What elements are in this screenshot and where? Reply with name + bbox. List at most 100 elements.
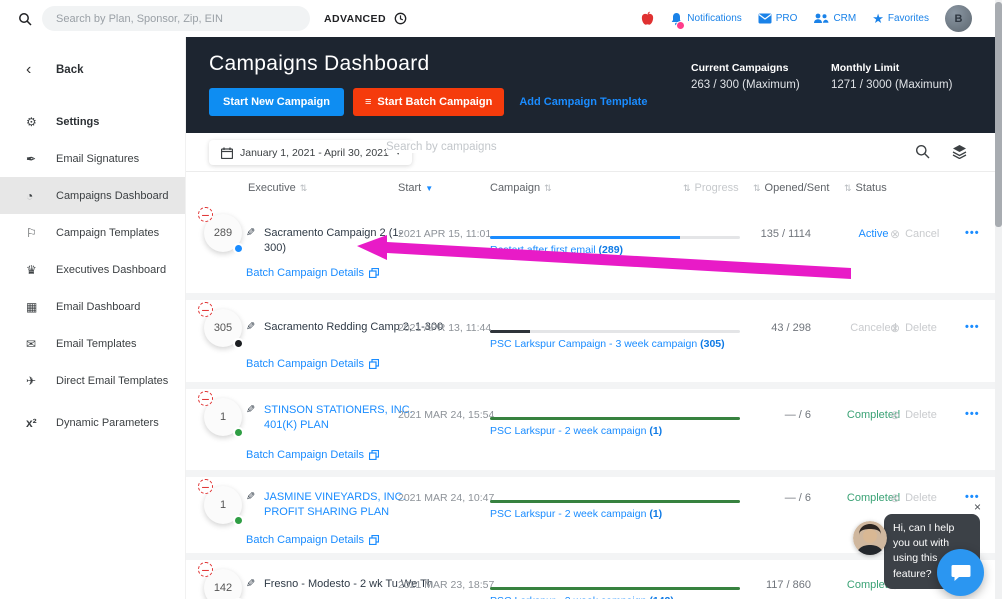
gear-icon: ⚙ — [26, 115, 56, 129]
campaign-link[interactable]: PSC Larkspur - 2 week campaign (1) — [490, 508, 662, 520]
batch-campaign-details-link[interactable]: Batch Campaign Details — [246, 358, 379, 370]
batch-campaign-details-link[interactable]: Batch Campaign Details — [246, 534, 379, 546]
campaign-link[interactable]: PSC Larkspur - 2 week campaign (1) — [490, 425, 662, 437]
remove-circle-icon[interactable]: − — [198, 302, 213, 317]
edit-icon[interactable]: ✎ — [246, 403, 255, 416]
crm-button[interactable]: CRM — [813, 13, 856, 24]
opened-sent-value: — / 6 — [716, 492, 811, 504]
edit-icon[interactable]: ✎ — [246, 577, 255, 590]
sidebar-item-executives-dashboard[interactable]: ♛ Executives Dashboard — [0, 251, 185, 288]
cancel-button[interactable]: ⊗Cancel — [890, 227, 966, 241]
edit-icon[interactable]: ✎ — [246, 226, 255, 239]
start-batch-campaign-button[interactable]: ≡ Start Batch Campaign — [353, 88, 504, 116]
progress-bar — [490, 500, 740, 503]
chat-bubble-icon — [951, 564, 971, 582]
sidebar: ‹ Back ⚙ Settings ✒ Email Signatures ◔ C… — [0, 37, 186, 599]
campaign-search-input[interactable] — [386, 141, 686, 153]
sidebar-item-settings[interactable]: ⚙ Settings — [0, 103, 185, 140]
advanced-search-button[interactable]: ADVANCED — [324, 13, 386, 25]
search-icon — [18, 12, 32, 26]
start-date: 2021 APR 15, 11:01 — [398, 228, 491, 240]
start-new-campaign-button[interactable]: Start New Campaign — [209, 88, 344, 116]
delete-button[interactable]: ⊗Delete — [890, 321, 966, 335]
main-content: Campaigns Dashboard Start New Campaign ≡… — [186, 37, 995, 599]
column-executive[interactable]: Executive⇅ — [248, 182, 307, 194]
sidebar-item-campaigns-dashboard[interactable]: ◔ Campaigns Dashboard — [0, 177, 185, 214]
global-search-input[interactable] — [42, 6, 310, 31]
x-squared-icon: x² — [26, 416, 56, 430]
user-avatar[interactable]: B — [945, 5, 972, 32]
sidebar-item-dynamic-parameters[interactable]: x² Dynamic Parameters — [0, 404, 185, 441]
scrollbar-thumb[interactable] — [995, 2, 1002, 227]
external-window-icon — [369, 359, 379, 369]
batch-campaign-details-link[interactable]: Batch Campaign Details — [246, 449, 379, 461]
progress-bar — [490, 330, 740, 333]
sidebar-item-email-signatures[interactable]: ✒ Email Signatures — [0, 140, 185, 177]
executive-badge[interactable]: 142 − — [204, 569, 242, 599]
executive-badge[interactable]: 1 − — [204, 398, 242, 436]
external-window-icon — [369, 268, 379, 278]
column-campaign[interactable]: Campaign⇅ — [490, 182, 552, 194]
campaign-link[interactable]: Restart after first email (289) — [490, 244, 623, 256]
sort-icon[interactable]: ⇅ — [844, 183, 852, 194]
close-icon[interactable]: × — [974, 500, 981, 514]
table-row: 1 − ✎ STINSON STATIONERS, INC. 401(K) PL… — [186, 389, 995, 470]
table-icon: ▦ — [26, 300, 56, 314]
date-range-picker[interactable]: January 1, 2021 - April 30, 2021 ▾ — [209, 140, 412, 165]
calendar-icon — [221, 147, 233, 159]
opened-sent-value: 43 / 298 — [716, 322, 811, 334]
add-campaign-template-link[interactable]: Add Campaign Template — [519, 96, 647, 108]
sort-desc-icon[interactable]: ▼ — [425, 184, 433, 193]
table-row: 305 − ✎ Sacramento Redding Camp 2, 1-300… — [186, 300, 995, 382]
remove-circle-icon[interactable]: − — [198, 391, 213, 406]
edit-icon[interactable]: ✎ — [246, 320, 255, 333]
sort-icon[interactable]: ⇅ — [300, 183, 308, 194]
sidebar-item-direct-email-templates[interactable]: ✈ Direct Email Templates — [0, 362, 185, 399]
delete-button[interactable]: ⊗Delete — [890, 491, 966, 505]
column-status[interactable]: ⇅Status — [844, 182, 887, 194]
delete-button[interactable]: ⊗Delete — [890, 408, 966, 422]
layers-icon[interactable] — [952, 144, 967, 159]
sidebar-item-email-templates[interactable]: ✉ Email Templates — [0, 325, 185, 362]
delete-icon: ⊗ — [890, 491, 900, 505]
column-opened-sent[interactable]: ⇅Opened/Sent — [753, 182, 829, 194]
campaign-link[interactable]: PSC Larkspur Campaign - 3 week campaign … — [490, 338, 725, 350]
history-clock-icon[interactable] — [394, 12, 407, 25]
sidebar-item-campaign-templates[interactable]: ⚐ Campaign Templates — [0, 214, 185, 251]
opened-sent-value: — / 6 — [716, 409, 811, 421]
remove-circle-icon[interactable]: − — [198, 207, 213, 222]
more-actions-button[interactable]: ••• — [965, 408, 980, 420]
remove-circle-icon[interactable]: − — [198, 562, 213, 577]
sidebar-item-email-dashboard[interactable]: ▦ Email Dashboard — [0, 288, 185, 325]
envelope-icon — [758, 13, 772, 24]
more-actions-button[interactable]: ••• — [965, 227, 980, 239]
cancel-icon: ⊗ — [890, 227, 900, 241]
edit-icon[interactable]: ✎ — [246, 490, 255, 503]
star-icon: ★ — [872, 12, 884, 25]
campaign-link[interactable]: PSC Larkspur - 2 week campaign (142) — [490, 595, 674, 599]
progress-bar — [490, 587, 740, 590]
executive-badge[interactable]: 305 − — [204, 309, 242, 347]
column-start[interactable]: Start▼ — [398, 182, 433, 194]
remove-circle-icon[interactable]: − — [198, 479, 213, 494]
search-icon[interactable] — [915, 144, 930, 159]
support-agent-avatar — [853, 521, 887, 555]
sort-icon[interactable]: ⇅ — [753, 183, 761, 194]
chat-launcher-button[interactable] — [937, 549, 984, 596]
status-dot — [233, 427, 244, 438]
sort-icon[interactable]: ⇅ — [683, 183, 691, 194]
external-window-icon — [369, 450, 379, 460]
progress-bar — [490, 417, 740, 420]
back-button[interactable]: ‹ Back — [0, 37, 185, 89]
executive-badge[interactable]: 1 − — [204, 486, 242, 524]
sort-icon[interactable]: ⇅ — [544, 183, 552, 194]
column-progress[interactable]: ⇅Progress — [683, 182, 739, 194]
favorites-button[interactable]: ★ Favorites — [872, 12, 929, 25]
scrollbar-track[interactable] — [995, 0, 1002, 599]
executive-badge[interactable]: 289 − — [204, 214, 242, 252]
more-actions-button[interactable]: ••• — [965, 321, 980, 333]
apple-icon[interactable] — [641, 11, 654, 26]
notifications-button[interactable]: Notifications — [670, 12, 741, 26]
batch-campaign-details-link[interactable]: Batch Campaign Details — [246, 267, 379, 279]
pro-button[interactable]: PRO — [758, 13, 798, 24]
